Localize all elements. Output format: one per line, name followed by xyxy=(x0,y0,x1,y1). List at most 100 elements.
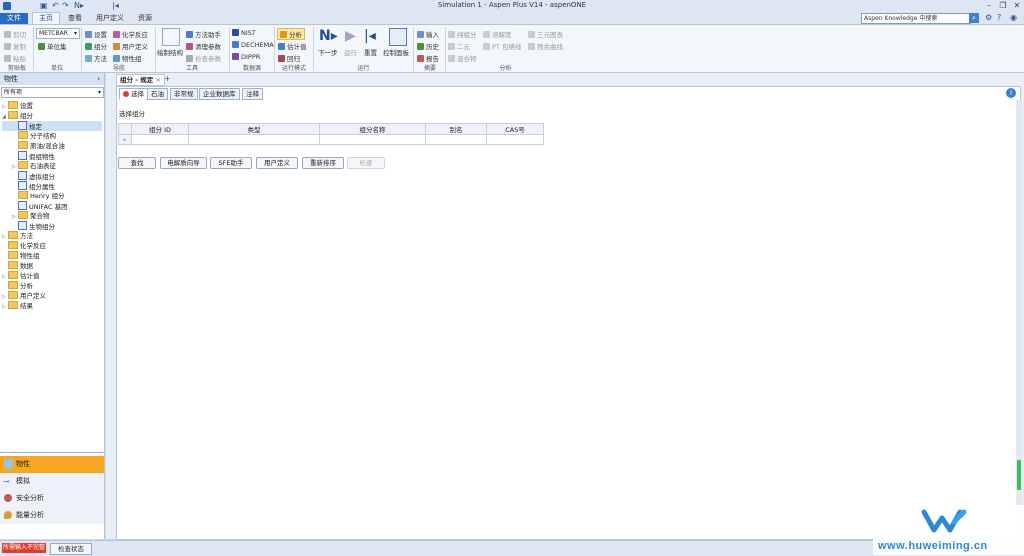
components-nav-button[interactable]: 组分 xyxy=(85,41,107,51)
method-assistant-button[interactable]: 方法助手 xyxy=(186,29,221,39)
info-icon[interactable]: i xyxy=(1006,88,1016,98)
solubility-button[interactable]: 溶解度 xyxy=(483,29,512,39)
nav-properties[interactable]: 物性 xyxy=(0,456,104,473)
tree-item[interactable]: 生物组分 xyxy=(2,221,102,231)
help-icon[interactable]: ? xyxy=(997,13,1001,22)
minimize-button[interactable]: – xyxy=(982,0,996,11)
tree-item[interactable]: 化学反应 xyxy=(2,241,102,251)
check-status-button[interactable]: 检查状态 xyxy=(50,543,92,555)
tree-item[interactable]: UNIFAC 基团 xyxy=(2,201,102,211)
cell-cas[interactable] xyxy=(486,134,544,145)
methods-nav-button[interactable]: 方法 xyxy=(85,53,107,63)
nav-safety-analysis[interactable]: 安全分析 xyxy=(0,490,104,507)
tree-item[interactable]: 数据 xyxy=(2,261,102,271)
tree-item[interactable]: ▷ 结果 xyxy=(2,301,102,311)
col-header-alias[interactable]: 别名 xyxy=(425,123,487,135)
tab-resources[interactable]: 资源 xyxy=(132,13,158,24)
tree-item[interactable]: ▷ 估计值 xyxy=(2,271,102,281)
tree-item[interactable]: Henry 组分 xyxy=(2,191,102,201)
estimation-mode-button[interactable]: 估计值 xyxy=(278,41,307,51)
restore-button[interactable]: ❐ xyxy=(996,0,1010,11)
review-button[interactable]: 检查 xyxy=(347,157,385,169)
next-button[interactable]: 下一步 xyxy=(318,47,338,57)
unit-set-select[interactable]: METCBAR ▾ xyxy=(36,28,80,39)
copy-button[interactable]: 复制 xyxy=(4,41,26,51)
input-summary-button[interactable]: 输入 xyxy=(417,29,439,39)
cut-button[interactable]: 剪切 xyxy=(4,29,26,39)
chem-nav-button[interactable]: 化学反应 xyxy=(113,29,148,39)
tree-item[interactable]: 物性组 xyxy=(2,251,102,261)
tab-view[interactable]: 查看 xyxy=(62,13,88,24)
find-button[interactable]: 查找 xyxy=(118,157,156,169)
residue-curve-button[interactable]: 残余曲线 xyxy=(528,41,563,51)
run-button[interactable]: 运行 xyxy=(344,47,357,57)
control-panel-button[interactable]: 控制面板 xyxy=(383,47,409,57)
unit-sets-button[interactable]: 单位集 xyxy=(38,41,67,51)
close-button[interactable]: ✕ xyxy=(1010,0,1024,11)
pt-envelope-button[interactable]: PT 包络线 xyxy=(483,41,521,51)
tree-item[interactable]: 原油/混合油 xyxy=(2,141,102,151)
cell-type[interactable] xyxy=(188,134,320,145)
tree-item[interactable]: 假组物性 xyxy=(2,151,102,161)
cell-component-name[interactable] xyxy=(319,134,426,145)
tab-file[interactable]: 文件 xyxy=(0,13,28,24)
check-params-button[interactable]: 检查参数 xyxy=(186,53,221,63)
search-icon[interactable]: ⌕ xyxy=(969,13,979,23)
mixture-analysis-button[interactable]: 混合物 xyxy=(448,53,477,63)
tree-filter-select[interactable]: 所有项 ▾ xyxy=(1,87,104,98)
tree-item[interactable]: ▷ 石油表征 xyxy=(2,161,102,171)
nav-energy-analysis[interactable]: 能量分析 xyxy=(0,507,104,524)
tree-item[interactable]: 分析 xyxy=(2,281,102,291)
tree-item[interactable]: ▷ 设置 xyxy=(2,101,102,111)
component-grid[interactable]: 组分 ID 类型 组分名称 别名 CAS号 ▸ xyxy=(118,123,544,145)
user-defined-nav-button[interactable]: 用户定义 xyxy=(113,41,148,51)
setup-nav-button[interactable]: 设置 xyxy=(85,29,107,39)
paste-button[interactable]: 粘贴 xyxy=(4,53,26,63)
clean-params-button[interactable]: 清理参数 xyxy=(186,41,221,51)
report-button[interactable]: 报告 xyxy=(417,53,439,63)
subtab-enterprise-db[interactable]: 企业数据库 xyxy=(199,88,240,100)
draw-structure-button[interactable]: 绘制结构 xyxy=(157,47,183,57)
tab-home[interactable]: 主页 xyxy=(32,12,60,24)
tree-item[interactable]: ◢ 组分 xyxy=(2,111,102,121)
new-tab-button[interactable]: + xyxy=(164,74,171,83)
subtab-nonconventional[interactable]: 非常规 xyxy=(170,88,198,100)
pure-analysis-button[interactable]: 纯组分 xyxy=(448,29,477,39)
sfe-assistant-button[interactable]: SFE助手 xyxy=(210,157,252,169)
nav-simulation[interactable]: 模拟 xyxy=(0,473,104,490)
tab-close-icon[interactable]: × xyxy=(156,76,161,84)
col-header-type[interactable]: 类型 xyxy=(188,123,320,135)
scrollbar-thumb[interactable] xyxy=(1017,460,1021,490)
document-tab[interactable]: 组分 - 规定 × xyxy=(116,74,165,86)
reorder-button[interactable]: 重新排序 xyxy=(302,157,344,169)
knowledge-search-input[interactable]: Aspen Knowledge 中搜索 xyxy=(861,13,971,24)
cell-alias[interactable] xyxy=(425,134,487,145)
subtab-petroleum[interactable]: 石油 xyxy=(147,88,168,100)
subtab-selection[interactable]: 选择 xyxy=(119,88,148,100)
regression-mode-button[interactable]: 回归 xyxy=(278,53,300,63)
user-defined-button[interactable]: 用户定义 xyxy=(256,157,298,169)
analysis-mode-button[interactable]: 分析 xyxy=(277,28,305,40)
tree-item[interactable]: ▷ 方法 xyxy=(2,231,102,241)
prop-sets-nav-button[interactable]: 物性组 xyxy=(113,53,142,63)
cell-component-id[interactable] xyxy=(131,134,189,145)
binary-analysis-button[interactable]: 二元 xyxy=(448,41,470,51)
tree-item[interactable]: ▷ 聚合物 xyxy=(2,211,102,221)
tree-item[interactable]: 分子结构 xyxy=(2,131,102,141)
notification-icon[interactable]: ◉ xyxy=(1010,13,1017,22)
tree-item[interactable]: 规定 xyxy=(2,121,102,131)
ternary-diagram-button[interactable]: 三元图表 xyxy=(528,29,563,39)
tree-item[interactable]: 虚拟组分 xyxy=(2,171,102,181)
tree-item[interactable]: ▷ 用户定义 xyxy=(2,291,102,301)
tree-item[interactable]: 组分属性 xyxy=(2,181,102,191)
history-button[interactable]: 历史 xyxy=(417,41,439,51)
col-header-cas[interactable]: CAS号 xyxy=(486,123,544,135)
tab-customize[interactable]: 用户定义 xyxy=(90,13,130,24)
dippr-button[interactable]: DIPPR xyxy=(232,53,260,61)
reset-button[interactable]: 重置 xyxy=(364,47,377,57)
electrolyte-wizard-button[interactable]: 电解质向导 xyxy=(160,157,207,169)
nist-button[interactable]: NIST xyxy=(232,29,256,37)
settings-icon[interactable]: ⚙ xyxy=(985,13,992,22)
col-header-component-name[interactable]: 组分名称 xyxy=(319,123,426,135)
dechema-button[interactable]: DECHEMA xyxy=(232,41,274,49)
